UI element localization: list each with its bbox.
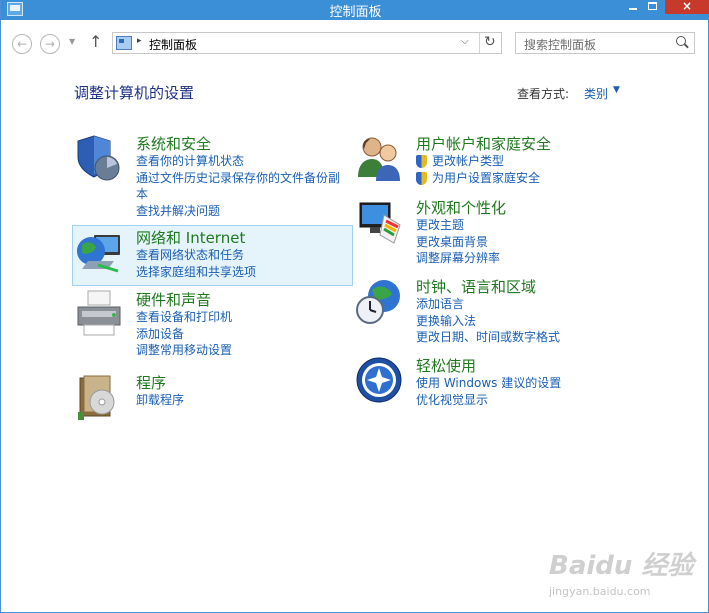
address-bar[interactable]: ▸ 控制面板 ⌵ ↻ <box>112 32 502 54</box>
search-placeholder: 搜索控制面板 <box>524 38 597 52</box>
watermark-url: jingyan.baidu.com <box>549 585 651 598</box>
link-desktop-background[interactable]: 更改桌面背景 <box>416 234 500 251</box>
control-panel-window: 控制面板 × ← → ▼ ↑ ▸ 控制面板 ⌵ ↻ 搜索控制面板 调整计算机的设… <box>0 0 709 613</box>
forward-button[interactable]: → <box>40 34 60 54</box>
category-title[interactable]: 时钟、语言和区域 <box>416 276 536 297</box>
category-user-accounts: 用户帐户和家庭安全 更改帐户类型 为用户设置家庭安全 <box>354 133 654 191</box>
category-title[interactable]: 用户帐户和家庭安全 <box>416 133 551 154</box>
link-family-safety[interactable]: 为用户设置家庭安全 <box>416 170 540 187</box>
link-screen-resolution[interactable]: 调整屏幕分辨率 <box>416 250 500 267</box>
ease-of-access-icon[interactable] <box>354 355 404 405</box>
link-mobility-settings[interactable]: 调整常用移动设置 <box>136 342 232 359</box>
maximize-button[interactable] <box>644 0 660 14</box>
search-box[interactable]: 搜索控制面板 <box>515 32 695 54</box>
category-system-security: 系统和安全 查看你的计算机状态 通过文件历史记录保存你的文件备份副 本 查找并解… <box>74 133 354 223</box>
link-devices-printers[interactable]: 查看设备和打印机 <box>136 309 232 326</box>
network-icon[interactable] <box>74 227 124 277</box>
category-title[interactable]: 轻松使用 <box>416 355 476 376</box>
search-icon[interactable] <box>676 36 686 46</box>
baidu-watermark: Baidu 经验 jingyan.baidu.com <box>549 539 699 609</box>
link-change-input-method[interactable]: 更换输入法 <box>416 313 560 330</box>
minimize-button[interactable] <box>625 0 641 14</box>
category-title[interactable]: 系统和安全 <box>136 133 211 154</box>
recent-locations-button[interactable]: ▼ <box>69 37 75 46</box>
link-change-theme[interactable]: 更改主题 <box>416 217 500 234</box>
breadcrumb-separator-icon[interactable]: ▸ <box>137 36 142 46</box>
link-file-history-backup-cont[interactable]: 本 <box>136 186 340 203</box>
breadcrumb-control-panel[interactable]: 控制面板 <box>149 36 197 53</box>
link-file-history-backup[interactable]: 通过文件历史记录保存你的文件备份副 <box>136 170 340 187</box>
category-title[interactable]: 硬件和声音 <box>136 289 211 310</box>
category-title[interactable]: 网络和 Internet <box>136 227 245 248</box>
control-panel-icon <box>116 36 132 50</box>
back-button[interactable]: ← <box>12 34 32 54</box>
category-hardware-sound: 硬件和声音 查看设备和打印机 添加设备 调整常用移动设置 <box>74 289 354 361</box>
appearance-icon[interactable] <box>354 197 404 247</box>
up-button[interactable]: ↑ <box>89 32 102 51</box>
navigation-bar: ← → ▼ ↑ ▸ 控制面板 ⌵ ↻ 搜索控制面板 <box>1 20 708 64</box>
link-uninstall-program[interactable]: 卸载程序 <box>136 392 184 409</box>
view-by-dropdown[interactable]: 类别 <box>584 85 608 102</box>
view-by-label: 查看方式: <box>517 87 570 101</box>
clock-globe-icon[interactable] <box>354 276 404 326</box>
users-icon[interactable] <box>354 133 404 183</box>
category-title[interactable]: 外观和个性化 <box>416 197 506 218</box>
category-programs: 程序 卸载程序 <box>74 372 354 422</box>
link-recommended-settings[interactable]: 使用 Windows 建议的设置 <box>416 375 561 392</box>
link-view-computer-status[interactable]: 查看你的计算机状态 <box>136 153 340 170</box>
address-divider <box>479 33 480 53</box>
link-change-account-type[interactable]: 更改帐户类型 <box>416 153 540 170</box>
link-optimize-visual-display[interactable]: 优化视觉显示 <box>416 392 561 409</box>
printer-icon[interactable] <box>74 289 124 339</box>
window-title: 控制面板 <box>329 5 382 20</box>
category-appearance: 外观和个性化 更改主题 更改桌面背景 调整屏幕分辨率 <box>354 197 654 269</box>
category-network-internet: 网络和 Internet 查看网络状态和任务 选择家庭组和共享选项 <box>74 227 354 285</box>
refresh-button[interactable]: ↻ <box>484 34 496 50</box>
close-button[interactable]: × <box>665 0 709 14</box>
link-network-status[interactable]: 查看网络状态和任务 <box>136 247 256 264</box>
category-ease-of-access: 轻松使用 使用 Windows 建议的设置 优化视觉显示 <box>354 355 654 413</box>
programs-icon[interactable] <box>74 372 124 422</box>
link-date-time-format[interactable]: 更改日期、时间或数字格式 <box>416 329 560 346</box>
watermark-brand: Baidu 经验 <box>549 551 694 581</box>
page-title: 调整计算机的设置 <box>74 84 195 102</box>
category-clock-language-region: 时钟、语言和区域 添加语言 更换输入法 更改日期、时间或数字格式 <box>354 276 654 348</box>
maximize-icon <box>647 2 657 10</box>
shield-icon[interactable] <box>74 133 124 183</box>
link-add-device[interactable]: 添加设备 <box>136 326 232 343</box>
title-bar[interactable]: 控制面板 × <box>1 0 709 20</box>
minimize-icon <box>629 8 637 10</box>
link-troubleshoot[interactable]: 查找并解决问题 <box>136 203 340 220</box>
link-homegroup-sharing[interactable]: 选择家庭组和共享选项 <box>136 264 256 281</box>
address-dropdown-icon[interactable]: ⌵ <box>461 36 469 47</box>
link-add-language[interactable]: 添加语言 <box>416 296 560 313</box>
category-title[interactable]: 程序 <box>136 372 166 393</box>
view-by-arrow-icon[interactable]: ▼ <box>613 85 620 95</box>
